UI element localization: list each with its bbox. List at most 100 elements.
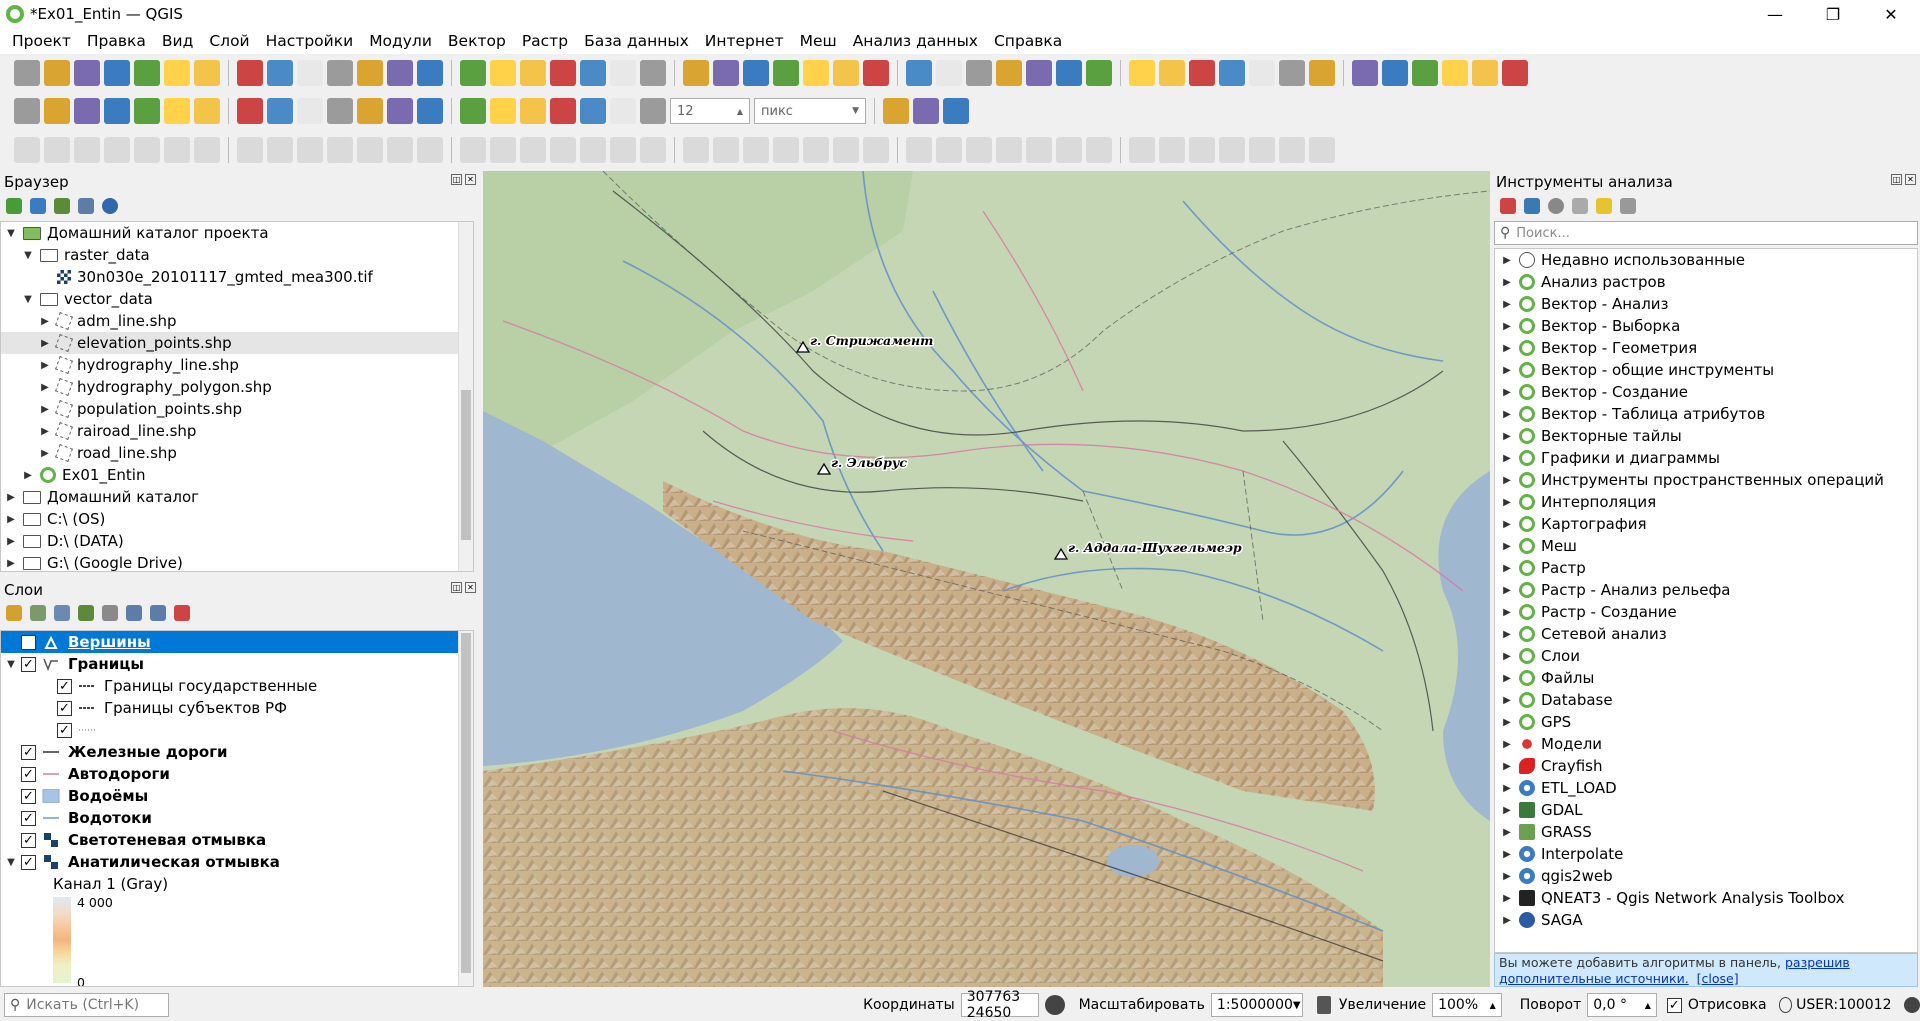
- toolbar-tool-icon[interactable]: [1309, 137, 1335, 163]
- expand-arrow-icon[interactable]: ▼: [5, 857, 17, 868]
- layer-visibility-checkbox[interactable]: ✓: [21, 832, 36, 848]
- expand-arrow-icon[interactable]: ▶: [1501, 893, 1513, 904]
- layer-visibility-checkbox[interactable]: ✓: [57, 700, 72, 716]
- expand-arrow-icon[interactable]: ▶: [39, 338, 51, 349]
- toolbar-tool-icon[interactable]: [267, 98, 293, 124]
- toolbar-tool-icon[interactable]: [803, 137, 829, 163]
- toolbar-tool-icon[interactable]: [490, 60, 516, 86]
- toolbar-tool-icon[interactable]: [194, 137, 220, 163]
- processing-provider-item[interactable]: ▶ Слои: [1495, 645, 1917, 667]
- layer-item[interactable]: ✓ Границы государственные: [1, 675, 473, 697]
- processing-provider-item[interactable]: ▶ Растр - Создание: [1495, 601, 1917, 623]
- toolbar-tool-icon[interactable]: [490, 98, 516, 124]
- layer-visibility-checkbox[interactable]: ✓: [21, 788, 36, 804]
- layer-visibility-checkbox[interactable]: ✓: [21, 744, 36, 760]
- processing-provider-item[interactable]: ▶ Database: [1495, 689, 1917, 711]
- toolbar-tool-icon[interactable]: [194, 98, 220, 124]
- processing-provider-item[interactable]: ▶ Модели: [1495, 733, 1917, 755]
- browser-item[interactable]: ▼ Домашний каталог проекта: [1, 222, 473, 244]
- toolbar-tool-icon[interactable]: [743, 137, 769, 163]
- toolbar-tool-icon[interactable]: [883, 98, 909, 124]
- refresh-icon[interactable]: [30, 198, 46, 214]
- processing-provider-item[interactable]: ▶ Графики и диаграммы: [1495, 447, 1917, 469]
- expand-arrow-icon[interactable]: ▶: [1501, 849, 1513, 860]
- expand-arrow-icon[interactable]: ▶: [1501, 871, 1513, 882]
- toolbar-tool-icon[interactable]: [966, 137, 992, 163]
- expand-arrow-icon[interactable]: ▶: [1501, 629, 1513, 640]
- toolbar-tool-icon[interactable]: [550, 98, 576, 124]
- toolbar-tool-icon[interactable]: [996, 60, 1022, 86]
- processing-provider-item[interactable]: ▶ SAGA: [1495, 909, 1917, 931]
- expand-arrow-icon[interactable]: ▶: [1501, 255, 1513, 266]
- toolbar-tool-icon[interactable]: [357, 137, 383, 163]
- toolbar-tool-icon[interactable]: [906, 137, 932, 163]
- menu-item[interactable]: Проект: [4, 32, 79, 50]
- processing-provider-item[interactable]: ▶ Вектор - Анализ: [1495, 293, 1917, 315]
- processing-search-input[interactable]: ⚲ Поиск...: [1494, 221, 1918, 245]
- expand-arrow-icon[interactable]: ▶: [5, 492, 17, 503]
- layer-item[interactable]: ✓ Водотоки: [1, 807, 473, 829]
- toolbar-tool-icon[interactable]: [1159, 137, 1185, 163]
- processing-provider-item[interactable]: ▶ Недавно использованные: [1495, 249, 1917, 271]
- toolbar-tool-icon[interactable]: [104, 60, 130, 86]
- toolbar-tool-icon[interactable]: [1502, 60, 1528, 86]
- expand-arrow-icon[interactable]: ▶: [1501, 475, 1513, 486]
- toolbar-tool-icon[interactable]: [1412, 60, 1438, 86]
- expand-arrow-icon[interactable]: ▶: [1501, 805, 1513, 816]
- expand-arrow-icon[interactable]: ▶: [1501, 409, 1513, 420]
- toolbar-tool-icon[interactable]: [74, 137, 100, 163]
- expand-arrow-icon[interactable]: ▶: [39, 316, 51, 327]
- toolbar-tool-icon[interactable]: [327, 137, 353, 163]
- processing-provider-item[interactable]: ▶ qgis2web: [1495, 865, 1917, 887]
- toolbar-tool-icon[interactable]: [640, 98, 666, 124]
- expand-arrow-icon[interactable]: ▶: [1501, 387, 1513, 398]
- expand-arrow-icon[interactable]: ▼: [22, 294, 34, 305]
- toolbar-tool-icon[interactable]: [327, 98, 353, 124]
- layers-scrollbar[interactable]: [458, 631, 473, 986]
- layer-visibility-checkbox[interactable]: ✓: [21, 854, 36, 870]
- processing-provider-item[interactable]: ▶ GRASS: [1495, 821, 1917, 843]
- messages-icon[interactable]: [1903, 997, 1920, 1013]
- toolbar-tool-icon[interactable]: [580, 137, 606, 163]
- expand-arrow-icon[interactable]: ▶: [1501, 299, 1513, 310]
- processing-provider-item[interactable]: ▶ Вектор - Геометрия: [1495, 337, 1917, 359]
- processing-provider-item[interactable]: ▶ Вектор - Выборка: [1495, 315, 1917, 337]
- toolbar-tool-icon[interactable]: [1219, 60, 1245, 86]
- expand-arrow-icon[interactable]: ▶: [22, 470, 34, 481]
- toolbar-tool-icon[interactable]: [610, 98, 636, 124]
- toolbar-tool-icon[interactable]: [520, 137, 546, 163]
- expand-arrow-icon[interactable]: ▶: [1501, 673, 1513, 684]
- menu-item[interactable]: Анализ данных: [845, 32, 986, 50]
- toolbar-tool-icon[interactable]: [134, 60, 160, 86]
- toolbar-tool-icon[interactable]: [640, 137, 666, 163]
- menu-item[interactable]: Правка: [79, 32, 154, 50]
- toolbar-tool-icon[interactable]: [803, 60, 829, 86]
- info-icon[interactable]: [102, 198, 118, 214]
- layer-item[interactable]: ✓: [1, 719, 473, 741]
- toolbar-tool-icon[interactable]: [520, 98, 546, 124]
- expand-arrow-icon[interactable]: ▶: [39, 360, 51, 371]
- expand-arrow-icon[interactable]: ▶: [1501, 739, 1513, 750]
- processing-provider-item[interactable]: ▶ Вектор - Таблица атрибутов: [1495, 403, 1917, 425]
- processing-provider-item[interactable]: ▶ Файлы: [1495, 667, 1917, 689]
- browser-item[interactable]: ▼ raster_data: [1, 244, 473, 266]
- browser-item[interactable]: ▼ vector_data: [1, 288, 473, 310]
- processing-provider-item[interactable]: ▶ Векторные тайлы: [1495, 425, 1917, 447]
- toolbar-tool-icon[interactable]: [104, 98, 130, 124]
- layer-visibility-checkbox[interactable]: ✓: [21, 656, 36, 672]
- toolbar-tool-icon[interactable]: [1249, 60, 1275, 86]
- toolbar-tool-icon[interactable]: [134, 98, 160, 124]
- toolbar-tool-icon[interactable]: [417, 137, 443, 163]
- expand-arrow-icon[interactable]: ▶: [1501, 343, 1513, 354]
- toolbar-tool-icon[interactable]: [237, 137, 263, 163]
- menu-item[interactable]: Настройки: [258, 32, 362, 50]
- toolbar-tool-icon[interactable]: [1086, 137, 1112, 163]
- expand-all-icon[interactable]: [126, 605, 142, 621]
- label-size-spinbox[interactable]: 12 ▲: [670, 98, 750, 124]
- toolbar-tool-icon[interactable]: [14, 60, 40, 86]
- toolbar-tool-icon[interactable]: [640, 60, 666, 86]
- toolbar-tool-icon[interactable]: [357, 60, 383, 86]
- toolbar-tool-icon[interactable]: [683, 137, 709, 163]
- toolbar-tool-icon[interactable]: [1056, 137, 1082, 163]
- expand-arrow-icon[interactable]: ▶: [39, 448, 51, 459]
